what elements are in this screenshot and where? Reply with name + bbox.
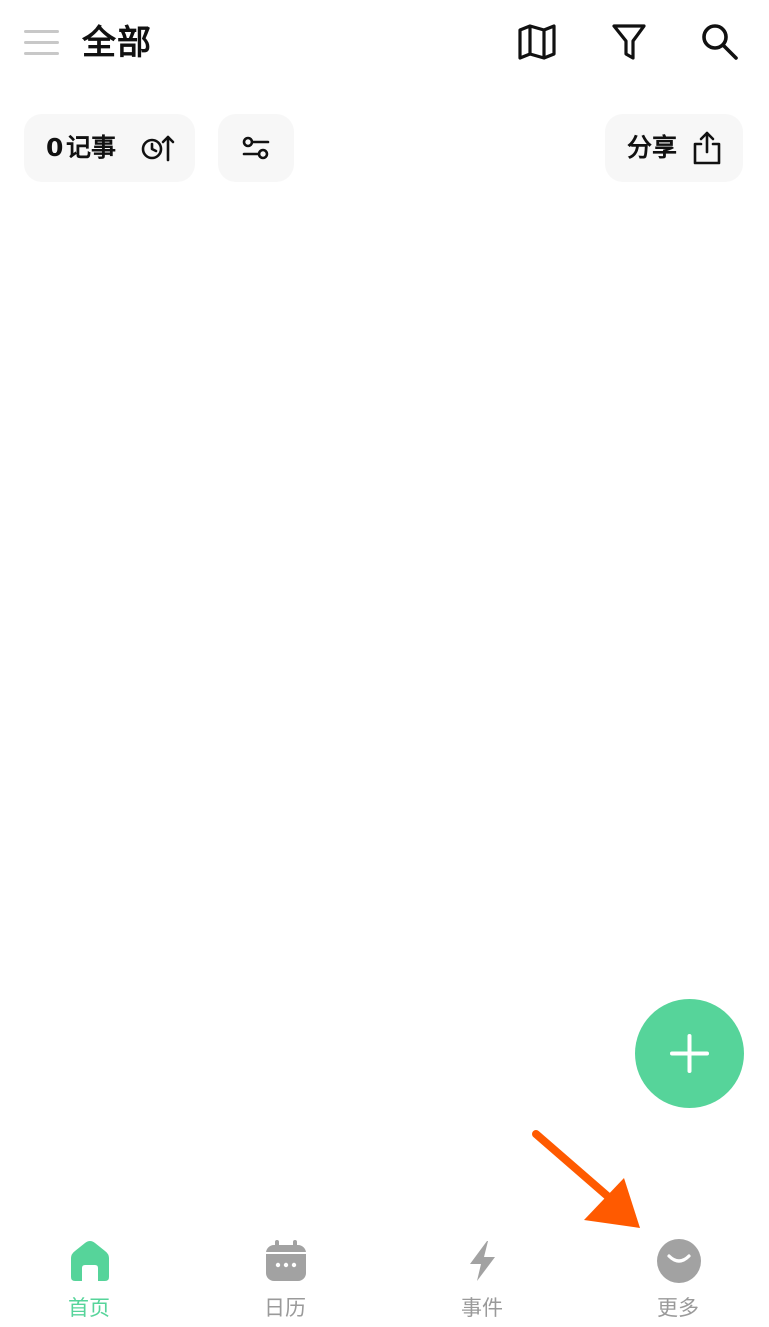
filter-icon[interactable] bbox=[609, 22, 649, 62]
calendar-icon bbox=[263, 1238, 309, 1284]
share-label: 分享 bbox=[627, 133, 678, 162]
note-count-sort-chip[interactable]: 0 记事 bbox=[24, 114, 195, 182]
share-button[interactable]: 分享 bbox=[605, 114, 743, 182]
tab-more-label: 更多 bbox=[657, 1296, 699, 1320]
adjust-chip[interactable] bbox=[218, 114, 294, 182]
adjust-icon bbox=[240, 132, 272, 164]
home-icon bbox=[67, 1238, 113, 1284]
smile-icon bbox=[656, 1238, 702, 1284]
note-count: 0 bbox=[46, 133, 64, 162]
page-title: 全部 bbox=[82, 23, 152, 63]
tab-calendar-label: 日历 bbox=[264, 1296, 306, 1320]
annotation-arrow bbox=[532, 1130, 640, 1228]
top-bar: 全部 bbox=[0, 0, 769, 90]
sort-time-icon bbox=[140, 133, 176, 163]
search-icon[interactable] bbox=[700, 22, 740, 62]
tab-home-label: 首页 bbox=[68, 1296, 110, 1320]
bottom-tab-bar: 首页 日历 事件 更多 bbox=[0, 1230, 769, 1327]
lightning-icon bbox=[460, 1238, 506, 1284]
menu-icon[interactable] bbox=[24, 28, 60, 58]
add-note-button[interactable] bbox=[635, 999, 744, 1108]
plus-icon bbox=[670, 1034, 709, 1073]
tab-calendar[interactable]: 日历 bbox=[225, 1230, 345, 1327]
tab-events-label: 事件 bbox=[461, 1296, 503, 1320]
map-icon[interactable] bbox=[517, 22, 557, 62]
tab-more[interactable]: 更多 bbox=[618, 1230, 738, 1327]
tab-events[interactable]: 事件 bbox=[422, 1230, 542, 1327]
note-count-label: 记事 bbox=[66, 133, 117, 162]
tab-home[interactable]: 首页 bbox=[29, 1230, 149, 1327]
share-icon bbox=[691, 130, 723, 166]
